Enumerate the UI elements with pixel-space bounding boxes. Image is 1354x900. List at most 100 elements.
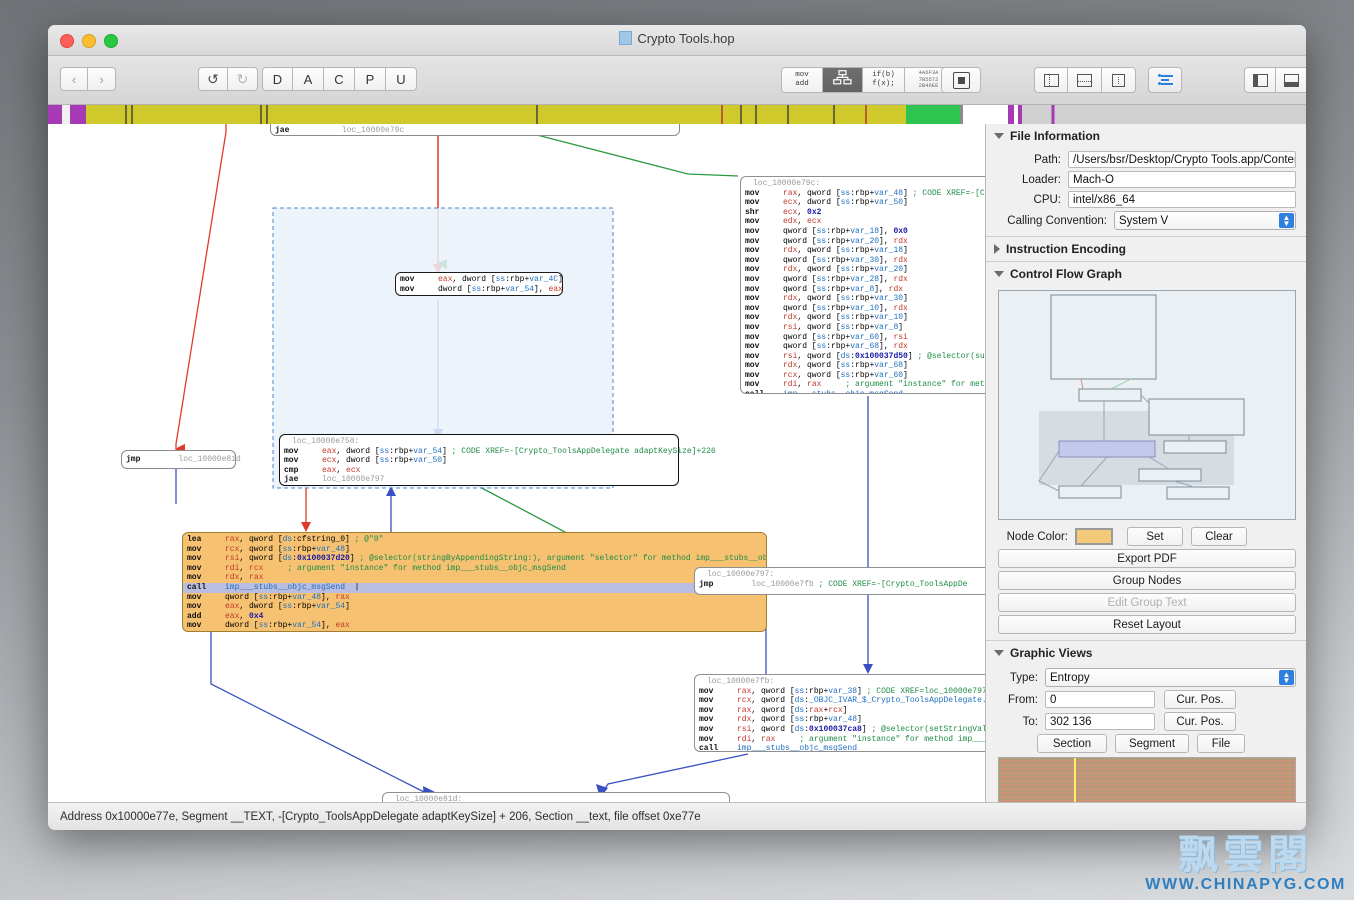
undefine-button[interactable]: U [386,67,417,91]
block-loc-10000e7fb[interactable]: loc_10000e7fb: movrax, qword [ss:rbp+var… [694,674,986,752]
block-loc-10000e758[interactable]: loc_10000e758: moveax, dword [ss:rbp+var… [279,434,679,486]
watermark: 飘雲閣 WWW.CHINAPYG.COM [1145,822,1346,894]
clear-button[interactable]: Clear [1191,527,1247,546]
select-graphic-type[interactable]: Entropy ▲▼ [1045,668,1296,687]
layout-view-group [1034,67,1136,93]
panel-left-icon [1253,74,1268,87]
panel-left-button[interactable] [1244,67,1276,93]
row-export-pdf: Export PDF [986,549,1296,568]
node-color-well[interactable] [1075,528,1113,545]
panel-bottom-icon [1284,74,1299,87]
segment-navigator[interactable] [48,105,1306,126]
section-title-instruction-encoding: Instruction Encoding [1006,242,1126,256]
entropy-graphic-view[interactable] [998,757,1296,803]
watermark-url: WWW.CHINAPYG.COM [1145,876,1346,894]
back-button[interactable]: ‹ [60,67,88,91]
ascii-button[interactable]: A [293,67,324,91]
section-button[interactable]: Section [1037,734,1107,753]
list-view-button[interactable] [1148,67,1182,93]
disclosure-triangle-icon[interactable] [994,244,1000,254]
selected-instruction-row[interactable]: callimp___stubs__objc_msgSend | [183,583,766,593]
procedure-button[interactable]: P [355,67,386,91]
stepper-icon[interactable]: ▲▼ [1279,670,1294,685]
control-flow-graph-canvas[interactable]: jae loc_10000e79c jmp loc_10000e81d move… [48,124,986,803]
undo-redo-group: ↺ ↻ [198,67,258,91]
panel-bottom-button[interactable] [1276,67,1306,93]
export-pdf-button[interactable]: Export PDF [998,549,1296,568]
document-icon [619,31,632,45]
reset-layout-button[interactable]: Reset Layout [998,615,1296,634]
label-to: To: [986,716,1045,728]
redo-button[interactable]: ↻ [228,67,258,91]
section-graphic-views[interactable]: Graphic Views [986,641,1306,665]
input-cpu[interactable]: intel/x86_64 [1068,191,1296,208]
cfg-minimap[interactable] [998,290,1296,520]
label-loader: Loader: [986,174,1068,186]
label-cpu: CPU: [986,194,1068,206]
cpu-mode-button[interactable] [941,67,981,93]
view-mode-group: mov add if(b) f(x); [781,67,953,93]
block-jmp-e81d[interactable]: jmp loc_10000e81d [121,450,236,469]
stepper-icon[interactable]: ▲▼ [1279,213,1294,228]
edit-group-text-button: Edit Group Text [998,593,1296,612]
group-nodes-button[interactable]: Group Nodes [998,571,1296,590]
data-button[interactable]: D [262,67,293,91]
mode-graph-button[interactable] [823,67,863,93]
field-type: Type: Entropy ▲▼ [986,668,1296,687]
forward-button[interactable]: › [88,67,116,91]
code-button[interactable]: C [324,67,355,91]
label-type: Type: [986,672,1045,684]
mode-assembly-button[interactable]: mov add [781,67,823,93]
navigation-group: ‹ › [60,67,116,91]
inspector-sidebar[interactable]: File Information Path: /Users/bsr/Deskto… [986,124,1306,803]
input-to[interactable]: 302 136 [1045,713,1155,730]
section-file-information[interactable]: File Information [986,124,1306,148]
split-vertical-button[interactable] [1034,67,1068,93]
disclosure-triangle-icon[interactable] [994,650,1004,656]
field-cpu: CPU: intel/x86_64 [986,191,1296,208]
input-path[interactable]: /Users/bsr/Desktop/Crypto Tools.app/Cont… [1068,151,1296,168]
input-loader[interactable]: Mach-O [1068,171,1296,188]
undo-button[interactable]: ↺ [198,67,228,91]
label-from: From: [986,694,1045,706]
split-vertical-icon [1044,74,1059,87]
section-title-control-flow-graph: Control Flow Graph [1010,267,1122,281]
single-pane-button[interactable] [1102,67,1136,93]
file-button[interactable]: File [1197,734,1245,753]
mode-pseudocode-button[interactable]: if(b) f(x); [863,67,905,93]
field-loader: Loader: Mach-O [986,171,1296,188]
field-to: To: 302 136 Cur. Pos. [986,712,1296,731]
set-button[interactable]: Set [1127,527,1183,546]
block-loc-10000e797[interactable]: loc_10000e797: jmp loc_10000e7fb ; CODE … [694,567,986,595]
block-orange-highlighted[interactable]: learax, qword [ds:cfstring_0] ; @"0" mov… [182,532,767,632]
section-control-flow-graph[interactable]: Control Flow Graph [986,262,1306,286]
block-top-partial[interactable]: jae loc_10000e79c [270,124,680,136]
block-loc-10000e79c[interactable]: loc_10000e79c: movrax, qword [ss:rbp+var… [740,176,986,394]
single-pane-icon [1112,74,1125,87]
status-bar-text: Address 0x10000e77e, Segment __TEXT, -[C… [60,811,701,823]
panel-toggle-group [1244,67,1306,93]
select-calling-convention[interactable]: System V ▲▼ [1114,211,1296,230]
split-horizontal-button[interactable] [1068,67,1102,93]
disclosure-triangle-icon[interactable] [994,133,1004,139]
section-instruction-encoding[interactable]: Instruction Encoding [986,237,1306,261]
select-calling-convention-value: System V [1119,215,1168,227]
label-path: Path: [986,154,1068,166]
status-bar: Address 0x10000e77e, Segment __TEXT, -[C… [48,802,1306,830]
app-window: Crypto Tools.hop ‹ › ↺ ↻ D A C P U mov a… [48,25,1306,830]
field-path: Path: /Users/bsr/Desktop/Crypto Tools.ap… [986,151,1296,168]
cpu-chip-icon [953,72,970,89]
field-from: From: 0 Cur. Pos. [986,690,1296,709]
field-node-color: Node Color: Set Clear [986,527,1296,546]
letter-button-group: D A C P U [262,67,417,91]
cur-pos-from-button[interactable]: Cur. Pos. [1164,690,1236,709]
block-mov-pair[interactable]: moveax, dword [ss:rbp+var_4C] movdword [… [395,272,563,296]
window-title-text: Crypto Tools.hop [637,31,734,46]
cur-pos-to-button[interactable]: Cur. Pos. [1164,712,1236,731]
disclosure-triangle-icon[interactable] [994,271,1004,277]
segment-button[interactable]: Segment [1115,734,1189,753]
input-from[interactable]: 0 [1045,691,1155,708]
field-calling-convention: Calling Convention: System V ▲▼ [986,211,1296,230]
split-horizontal-icon [1077,74,1092,87]
row-edit-group-text: Edit Group Text [986,593,1296,612]
